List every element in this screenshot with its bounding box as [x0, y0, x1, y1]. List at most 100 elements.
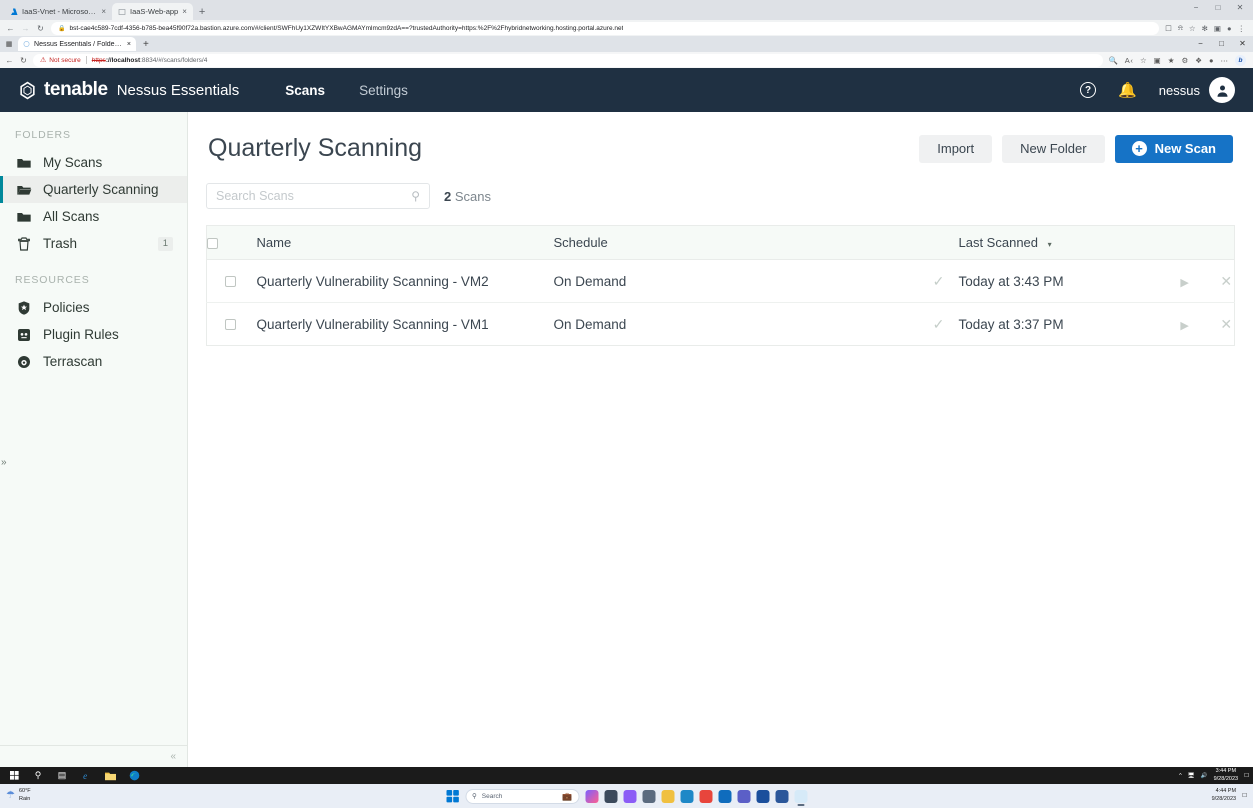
host-search-box[interactable]: ⚲ Search 💼 — [465, 788, 579, 804]
search-icon[interactable]: ⚲ — [411, 189, 420, 203]
bastion-expand-icon[interactable]: » — [1, 457, 7, 468]
new-scan-button[interactable]: + New Scan — [1114, 134, 1233, 163]
outlook-icon[interactable] — [718, 789, 731, 803]
bookmark-star-icon[interactable]: ☆ — [1189, 24, 1196, 33]
tab-actions-icon[interactable]: ▦ — [3, 40, 15, 48]
sidebar-item-policies[interactable]: Policies — [0, 294, 187, 321]
network-icon[interactable]: 🖥 — [1188, 773, 1195, 779]
sidebar-item-quarterly-scanning[interactable]: Quarterly Scanning — [0, 176, 187, 203]
notification-center-icon[interactable]: ☐ — [1244, 773, 1249, 779]
collections-icon[interactable]: ★ — [1168, 56, 1175, 65]
reload-icon[interactable]: ↻ — [19, 56, 28, 65]
row-name[interactable]: Quarterly Vulnerability Scanning - VM1 — [255, 303, 554, 346]
windows-11-start-icon[interactable] — [446, 789, 459, 803]
sidebar-item-plugin-rules[interactable]: Plugin Rules — [0, 321, 187, 348]
sidebar-item-all-scans[interactable]: All Scans — [0, 203, 187, 230]
table-row[interactable]: Quarterly Vulnerability Scanning - VM2 O… — [206, 259, 1235, 303]
file-explorer-icon[interactable] — [98, 767, 122, 784]
outer-tab-webapp[interactable]: IaaS-Web-app × — [112, 3, 193, 20]
help-icon[interactable]: ? — [1080, 82, 1097, 98]
back-icon[interactable]: ← — [5, 56, 14, 65]
settings-kebab-icon[interactable]: ⋯ — [1221, 56, 1229, 65]
read-aloud-icon[interactable]: A ‹ — [1125, 56, 1133, 65]
sidebar-item-my-scans[interactable]: My Scans — [0, 149, 187, 176]
split-screen-icon[interactable]: ▣ — [1154, 56, 1161, 65]
notification-bell-icon[interactable]: 🔔 — [1118, 83, 1137, 98]
extensions-icon[interactable]: ❖ — [1195, 56, 1202, 65]
search-input[interactable] — [216, 189, 412, 203]
task-view-icon[interactable]: ▤ — [50, 767, 74, 784]
sidebar-item-trash[interactable]: Trash 1 — [0, 230, 187, 257]
inner-tab-nessus[interactable]: Nessus Essentials / Folders / Cu × — [18, 37, 136, 51]
column-header-schedule[interactable]: Schedule — [553, 225, 919, 260]
teams-icon[interactable] — [737, 789, 750, 803]
maximize-icon[interactable]: □ — [1207, 1, 1229, 15]
close-window-icon[interactable]: ✕ — [1232, 36, 1253, 52]
windows-start-icon[interactable] — [2, 767, 26, 784]
minimize-icon[interactable]: − — [1185, 1, 1207, 15]
nav-scans[interactable]: Scans — [285, 83, 325, 98]
minimize-icon[interactable]: − — [1190, 36, 1211, 52]
widgets-icon[interactable] — [604, 789, 617, 803]
favorites-star-icon[interactable]: ☆ — [1140, 56, 1147, 65]
row-checkbox[interactable] — [225, 276, 237, 288]
forward-icon[interactable]: → — [21, 24, 30, 33]
store-icon[interactable] — [756, 789, 769, 803]
vm-clock[interactable]: 3:44 PM 9/28/2023 — [1214, 768, 1238, 783]
sidebar-item-terrascan[interactable]: Terrascan — [0, 348, 187, 375]
outer-tab-azure[interactable]: IaaS-Vnet - Microsoft Azure × — [4, 3, 112, 20]
host-clock[interactable]: 4:44 PM 9/28/2023 — [1212, 788, 1236, 804]
not-secure-badge[interactable]: ⚠ Not secure — [40, 56, 81, 65]
word-icon[interactable] — [775, 789, 788, 803]
settings-icon[interactable] — [642, 789, 655, 803]
close-window-icon[interactable]: ✕ — [1229, 1, 1251, 15]
messenger-icon[interactable] — [623, 789, 636, 803]
folder-icon[interactable] — [661, 789, 674, 803]
profile-icon[interactable]: ● — [1227, 24, 1232, 33]
new-tab-button[interactable]: + — [193, 5, 211, 20]
column-header-last-scanned[interactable]: Last Scanned ▾ — [958, 225, 1179, 260]
chevron-up-icon[interactable]: ^ — [1179, 773, 1182, 779]
back-icon[interactable]: ← — [6, 24, 15, 33]
weather-widget[interactable]: ☂ 60°F Rain — [6, 788, 31, 803]
play-icon[interactable]: ▶ — [1180, 277, 1188, 289]
play-icon[interactable]: ▶ — [1180, 320, 1188, 332]
close-icon[interactable]: × — [101, 7, 106, 16]
cast-icon[interactable]: ☐ — [1165, 24, 1172, 33]
browser-essentials-icon[interactable]: ⚙ — [1182, 56, 1189, 65]
sidebar-collapse-button[interactable]: « — [0, 745, 187, 767]
volume-muted-icon[interactable]: 🔊 — [1201, 773, 1208, 779]
reload-icon[interactable]: ↻ — [36, 24, 45, 33]
maximize-icon[interactable]: □ — [1211, 36, 1232, 52]
close-x-icon[interactable]: ✕ — [1220, 273, 1232, 289]
copilot-icon[interactable] — [585, 789, 598, 803]
menu-kebab-icon[interactable]: ⋮ — [1238, 24, 1246, 33]
user-menu[interactable]: nessus — [1159, 77, 1235, 103]
column-header-name[interactable]: Name — [254, 225, 554, 260]
import-button[interactable]: Import — [919, 134, 993, 163]
close-icon[interactable]: × — [182, 7, 187, 16]
copilot-icon[interactable]: b — [1235, 54, 1246, 66]
sidepanel-icon[interactable]: ▣ — [1214, 24, 1221, 33]
outer-address-bar[interactable]: 🔒 bst-cae4c589-7cdf-4356-b785-bea45f90f7… — [51, 21, 1160, 35]
close-x-icon[interactable]: ✕ — [1220, 316, 1232, 332]
row-checkbox[interactable] — [225, 319, 237, 331]
share-icon[interactable]: ⍾ — [1178, 23, 1183, 33]
inner-address-bar[interactable]: ⚠ Not secure https://localhost:8834/#/sc… — [33, 53, 1104, 67]
notification-center-icon[interactable]: ☐ — [1242, 793, 1247, 799]
azure-bastion-icon[interactable] — [794, 789, 807, 806]
profile-icon[interactable]: ● — [1209, 56, 1214, 65]
table-row[interactable]: Quarterly Vulnerability Scanning - VM1 O… — [207, 303, 1235, 346]
nav-settings[interactable]: Settings — [359, 83, 408, 98]
new-tab-button[interactable]: + — [139, 39, 153, 50]
select-all-checkbox[interactable] — [207, 238, 218, 250]
edge-icon[interactable] — [122, 767, 146, 784]
internet-explorer-icon[interactable]: e — [74, 767, 98, 784]
edge-icon[interactable] — [680, 789, 693, 803]
new-folder-button[interactable]: New Folder — [1002, 134, 1105, 163]
close-icon[interactable]: × — [127, 41, 131, 48]
search-scans-box[interactable]: ⚲ — [206, 183, 430, 209]
search-icon[interactable]: ⚲ — [26, 767, 50, 784]
brand[interactable]: tenable Nessus Essentials — [18, 79, 239, 101]
chrome-icon[interactable] — [699, 789, 712, 803]
